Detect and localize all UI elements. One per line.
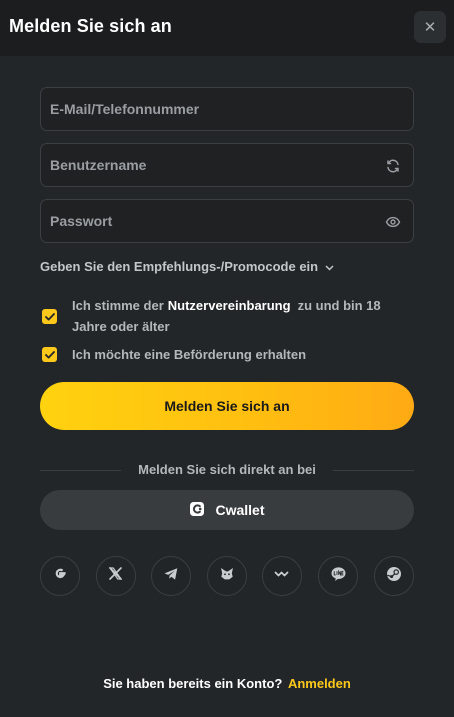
promo-code-label: Geben Sie den Empfehlungs-/Promocode ein xyxy=(40,259,319,274)
metamask-icon xyxy=(219,566,235,587)
terms-row: Ich stimme der Nutzervereinbarung zu und b… xyxy=(42,298,402,337)
dialog-title: Melden Sie sich an xyxy=(9,16,172,36)
footer-question: Sie haben bereits ein Konto? xyxy=(103,676,283,691)
password-field[interactable] xyxy=(41,200,413,242)
sign-up-button[interactable]: Melden Sie sich an xyxy=(40,382,414,430)
promotion-opt-in-row: Ich möchte eine Beförderung erhalten xyxy=(42,347,402,365)
alt-login-divider: Melden Sie sich direkt an bei xyxy=(40,461,414,479)
cwallet-button[interactable]: Cwallet xyxy=(40,490,414,530)
google-login-button[interactable] xyxy=(40,556,80,596)
steam-icon xyxy=(386,566,402,587)
terms-checkbox[interactable] xyxy=(42,309,57,324)
close-button[interactable]: ✕ xyxy=(414,11,446,43)
username-field-wrapper xyxy=(40,143,414,187)
promo-code-toggle[interactable]: Geben Sie den Empfehlungs-/Promocode ein xyxy=(40,259,334,274)
promotion-opt-in-text: Ich möchte eine Beförderung erhalten xyxy=(72,347,307,362)
cwallet-label: Cwallet xyxy=(215,502,265,518)
footer-signin-prompt: Sie haben bereits ein Konto? Anmelden xyxy=(0,676,454,691)
refresh-icon[interactable] xyxy=(384,157,402,175)
steam-login-button[interactable] xyxy=(374,556,414,596)
email-field[interactable] xyxy=(41,88,413,130)
username-field[interactable] xyxy=(41,144,413,186)
terms-prefix: Ich stimme der xyxy=(72,298,164,313)
eye-icon[interactable] xyxy=(384,213,402,231)
checkmark-icon xyxy=(44,350,55,358)
email-field-wrapper xyxy=(40,87,414,131)
x-login-button[interactable] xyxy=(95,556,136,596)
google-icon xyxy=(52,566,68,587)
dialog-header: Melden Sie sich an ✕ xyxy=(0,0,454,56)
telegram-icon xyxy=(163,566,179,587)
walletconnect-login-button[interactable] xyxy=(262,556,303,596)
checkmark-icon xyxy=(44,312,55,320)
metamask-login-button[interactable] xyxy=(206,556,247,596)
terms-text: Ich stimme der Nutzervereinbarung zu und b… xyxy=(72,295,402,337)
close-icon: ✕ xyxy=(423,19,437,36)
telegram-login-button[interactable] xyxy=(151,556,192,596)
password-field-wrapper xyxy=(40,199,414,243)
line-login-button[interactable] xyxy=(318,556,358,596)
chevron-down-icon xyxy=(325,259,334,274)
cwallet-icon xyxy=(189,501,205,520)
sign-in-link[interactable]: Anmelden xyxy=(288,676,351,691)
social-login-row xyxy=(40,556,414,596)
divider-line-right xyxy=(333,470,414,471)
user-agreement-link[interactable]: Nutzervereinbarung xyxy=(168,298,291,313)
line-icon xyxy=(330,566,347,587)
walletconnect-icon xyxy=(274,566,290,587)
promotion-checkbox[interactable] xyxy=(42,347,57,362)
x-icon xyxy=(108,566,123,586)
